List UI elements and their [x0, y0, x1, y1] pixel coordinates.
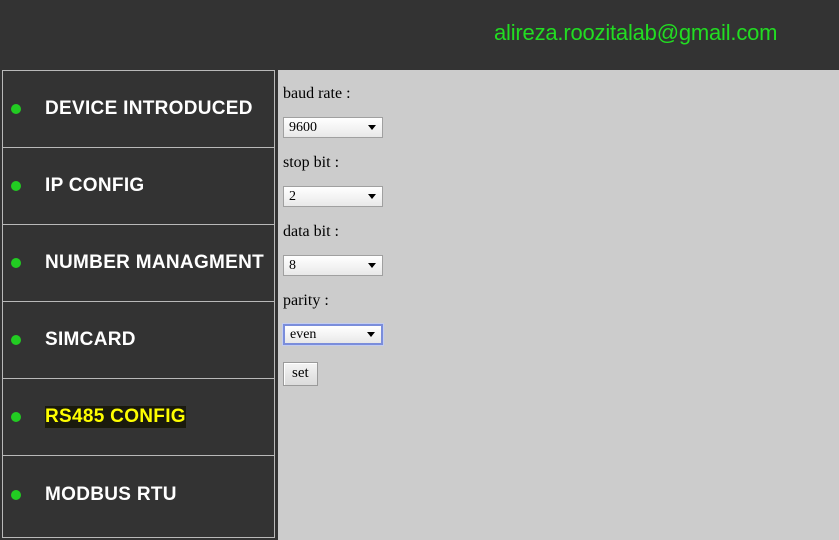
sidebar-item-label: IP CONFIG: [45, 175, 145, 196]
sidebar-item-label: RS485 CONFIG: [45, 406, 186, 428]
parity-value: even: [290, 327, 317, 342]
data-bit-value: 8: [289, 258, 296, 273]
chevron-down-icon: [368, 125, 376, 130]
chevron-down-icon: [367, 332, 375, 337]
page-root: alireza.roozitalab@gmail.com DEVICE INTR…: [0, 0, 839, 540]
sidebar-item-simcard[interactable]: SIMCARD: [3, 302, 274, 379]
stop-bit-value: 2: [289, 189, 296, 204]
page-header: alireza.roozitalab@gmail.com: [0, 0, 839, 68]
sidebar-item-modbus-rtu[interactable]: MODBUS RTU: [3, 456, 274, 533]
sidebar-item-ip-config[interactable]: IP CONFIG: [3, 148, 274, 225]
baud-rate-value: 9600: [289, 120, 317, 135]
green-dot-icon: [11, 412, 21, 422]
stop-bit-select[interactable]: 2: [283, 186, 383, 207]
sidebar-item-label: MODBUS RTU: [45, 483, 177, 505]
stop-bit-label: stop bit :: [283, 154, 340, 171]
set-button[interactable]: set: [283, 362, 318, 386]
parity-select[interactable]: even: [282, 323, 384, 346]
rs485-config-form: baud rate : 9600 stop bit : 2 data bit :…: [278, 70, 839, 540]
sidebar-item-number-managment[interactable]: NUMBER MANAGMENT: [3, 225, 274, 302]
green-dot-icon: [11, 104, 21, 114]
chevron-down-icon: [368, 194, 376, 199]
baud-rate-select[interactable]: 9600: [283, 117, 383, 138]
sidebar-item-rs485-config[interactable]: RS485 CONFIG: [3, 379, 274, 456]
chevron-down-icon: [368, 263, 376, 268]
sidebar-item-label: DEVICE INTRODUCED: [45, 98, 253, 119]
green-dot-icon: [11, 489, 21, 500]
sidebar-nav: DEVICE INTRODUCED IP CONFIG NUMBER MANAG…: [2, 70, 275, 538]
sidebar-item-device-introduced[interactable]: DEVICE INTRODUCED: [3, 71, 274, 148]
green-dot-icon: [11, 181, 21, 191]
sidebar-item-label: SIMCARD: [45, 329, 136, 350]
green-dot-icon: [11, 258, 21, 268]
green-dot-icon: [11, 335, 21, 345]
sidebar-item-label: NUMBER MANAGMENT: [45, 252, 265, 273]
account-email-label: alireza.roozitalab@gmail.com: [494, 20, 778, 45]
data-bit-label: data bit :: [283, 223, 339, 240]
data-bit-select[interactable]: 8: [283, 255, 383, 276]
baud-rate-label: baud rate :: [283, 85, 351, 102]
parity-label: parity :: [283, 292, 329, 309]
